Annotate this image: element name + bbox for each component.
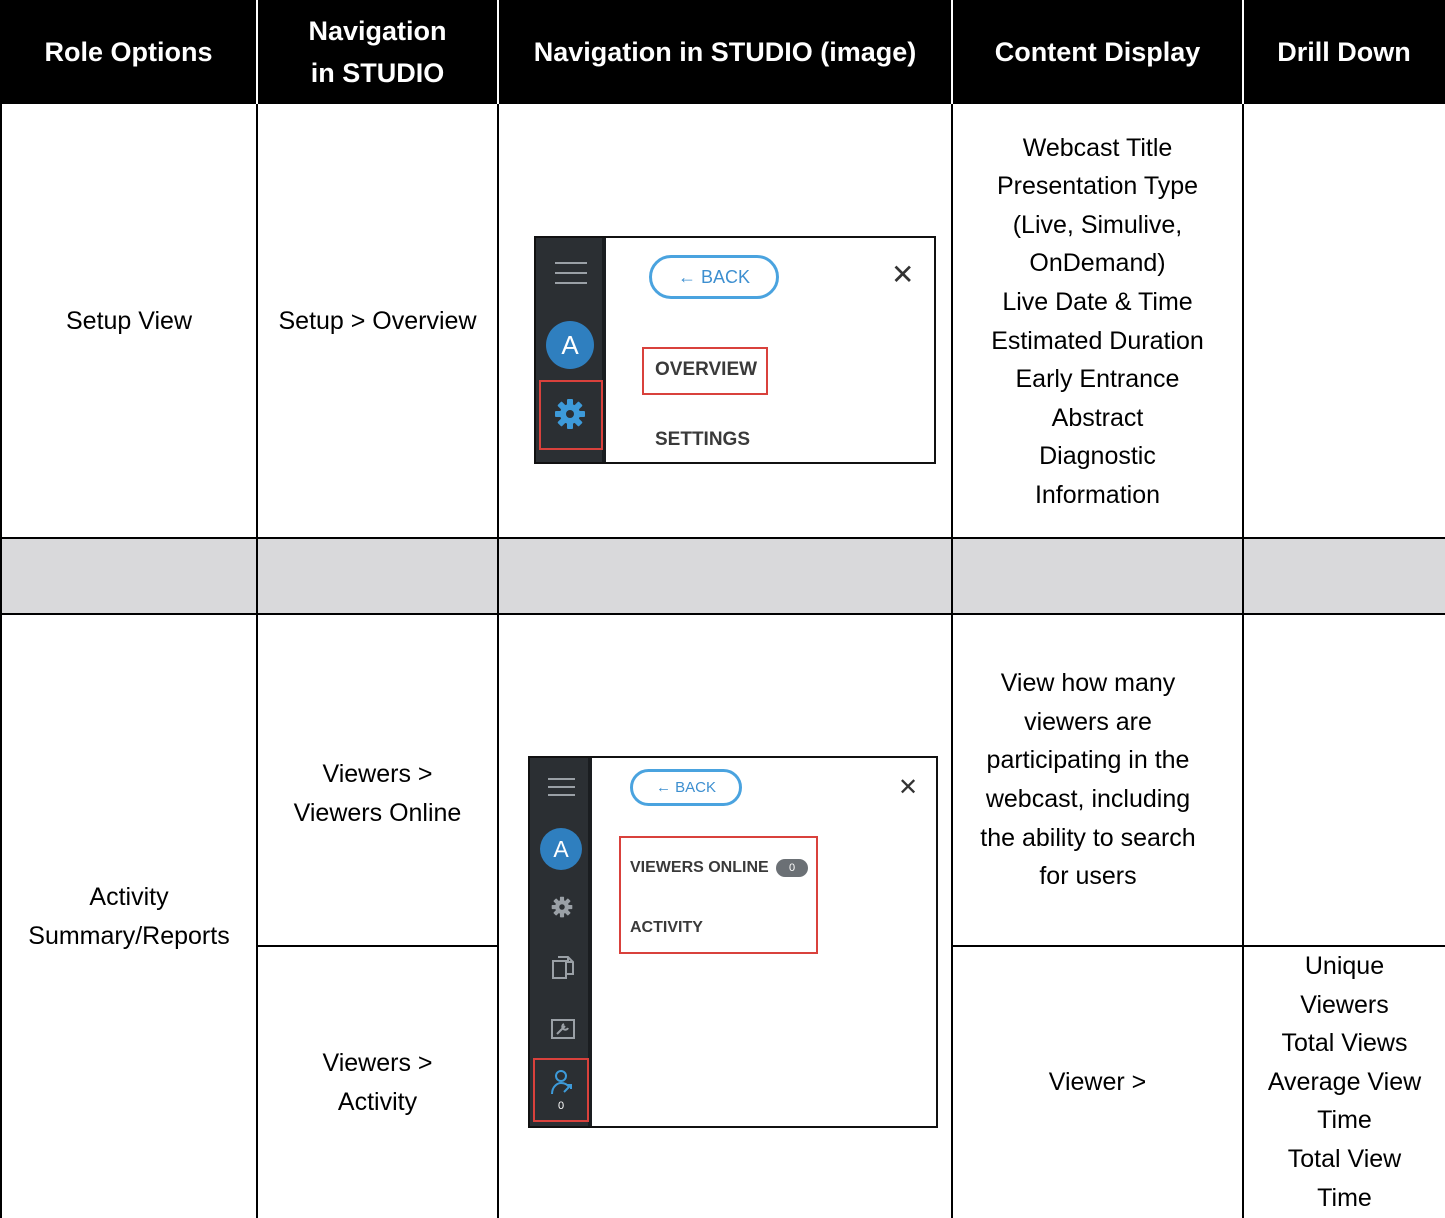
hamburger-icon[interactable]: [548, 778, 575, 802]
content-list: Webcast Title Presentation Type (Live, S…: [991, 129, 1204, 515]
content-item: Webcast Title: [1022, 133, 1173, 162]
row1-role: Setup View: [65, 307, 192, 336]
content-item: viewers are: [1024, 707, 1152, 736]
row-divider: [0, 537, 1445, 539]
header-role-options: Role Options: [44, 37, 213, 67]
content-item: Information: [1034, 480, 1161, 509]
content-item: (Live, Simulive,: [1012, 210, 1183, 239]
viewers-icon-count: 0: [558, 1100, 565, 1112]
menu-item-activity[interactable]: ACTIVITY: [630, 919, 703, 937]
navigation-line: Viewers >: [322, 760, 433, 789]
documents-icon[interactable]: [551, 955, 575, 981]
header-drill-down: Drill Down: [1277, 37, 1411, 67]
studio-setup-screenshot: A ← BACK ✕ OVERVIEW SETTINGS: [534, 236, 936, 464]
header-divider: [256, 0, 258, 104]
header-divider: [951, 0, 953, 104]
drill-item: Time: [1317, 1106, 1372, 1135]
row3-content-viewers-online: View how many viewers are participating …: [953, 615, 1223, 945]
header-navigation-image: Navigation in STUDIO (image): [533, 37, 917, 67]
viewers-online-count-badge: 0: [776, 859, 808, 877]
studio-viewers-screenshot: A 0 ← BACK ✕ VIEWERS ONLINE 0 ACTIVITY: [528, 756, 938, 1128]
content-item: Diagnostic: [1039, 442, 1156, 471]
content-item: the ability to search: [980, 823, 1196, 852]
content-item: Early Entrance: [1015, 365, 1180, 394]
spacer-row: [0, 538, 1445, 614]
navigation-line: Viewers Online: [293, 799, 462, 827]
column-divider: [497, 104, 499, 1218]
menu-item-settings[interactable]: SETTINGS: [655, 429, 750, 451]
hamburger-icon[interactable]: [555, 262, 587, 292]
content-item: webcast, including: [985, 785, 1191, 813]
gear-icon[interactable]: [554, 398, 586, 430]
content-item: Abstract: [1051, 403, 1144, 432]
back-button[interactable]: ← BACK: [649, 255, 779, 299]
drill-item: Time: [1317, 1183, 1372, 1212]
menu-item-viewers-online[interactable]: VIEWERS ONLINE: [630, 859, 769, 877]
row3-navigation-viewers-online: Viewers > Viewers Online: [258, 615, 497, 945]
close-icon[interactable]: ✕: [898, 773, 918, 802]
drill-item: Viewers: [1300, 990, 1389, 1019]
row3-role: Activity Summary/Reports: [2, 615, 256, 1218]
viewers-icon[interactable]: [549, 1068, 577, 1098]
drill-item: Total Views: [1281, 1029, 1408, 1058]
row1-content-display: Webcast Title Presentation Type (Live, S…: [953, 106, 1242, 537]
content-item: for users: [1039, 862, 1137, 891]
header-divider: [497, 0, 499, 104]
menu-item-overview[interactable]: OVERVIEW: [655, 359, 757, 381]
avatar[interactable]: A: [540, 828, 582, 870]
content-item: View how many: [1000, 669, 1176, 698]
row3-content-activity: Viewer >: [1048, 1068, 1147, 1097]
row1-drill-down: [1244, 106, 1445, 537]
content-item: participating in the: [986, 746, 1190, 775]
header-content-display: Content Display: [994, 37, 1201, 67]
header-navigation-in-studio: Navigation in STUDIO: [308, 16, 447, 88]
drill-item: Average View: [1267, 1067, 1422, 1096]
drill-item: Unique: [1304, 952, 1385, 980]
row1-navigation: Setup > Overview: [278, 307, 477, 336]
row3-drill-down: Unique Viewers Total Views Average View …: [1244, 947, 1445, 1218]
tools-icon[interactable]: [550, 1017, 576, 1041]
content-item: OnDemand): [1029, 249, 1166, 278]
gear-icon[interactable]: [551, 896, 573, 918]
content-item: Estimated Duration: [991, 326, 1204, 355]
content-item: Presentation Type: [996, 172, 1199, 201]
avatar[interactable]: A: [546, 321, 594, 369]
navigation-line: Viewers >: [322, 1048, 433, 1077]
row3-navigation-activity: Viewers > Activity: [258, 947, 497, 1218]
role-line: Summary/Reports: [28, 921, 230, 950]
drill-item: Total View: [1287, 1144, 1402, 1173]
navigation-line: Activity: [337, 1087, 418, 1116]
role-line: Activity: [89, 882, 169, 911]
header-divider: [1242, 0, 1244, 104]
close-icon[interactable]: ✕: [891, 258, 914, 291]
content-item: Live Date & Time: [1002, 287, 1193, 316]
back-button[interactable]: ← BACK: [630, 769, 742, 806]
